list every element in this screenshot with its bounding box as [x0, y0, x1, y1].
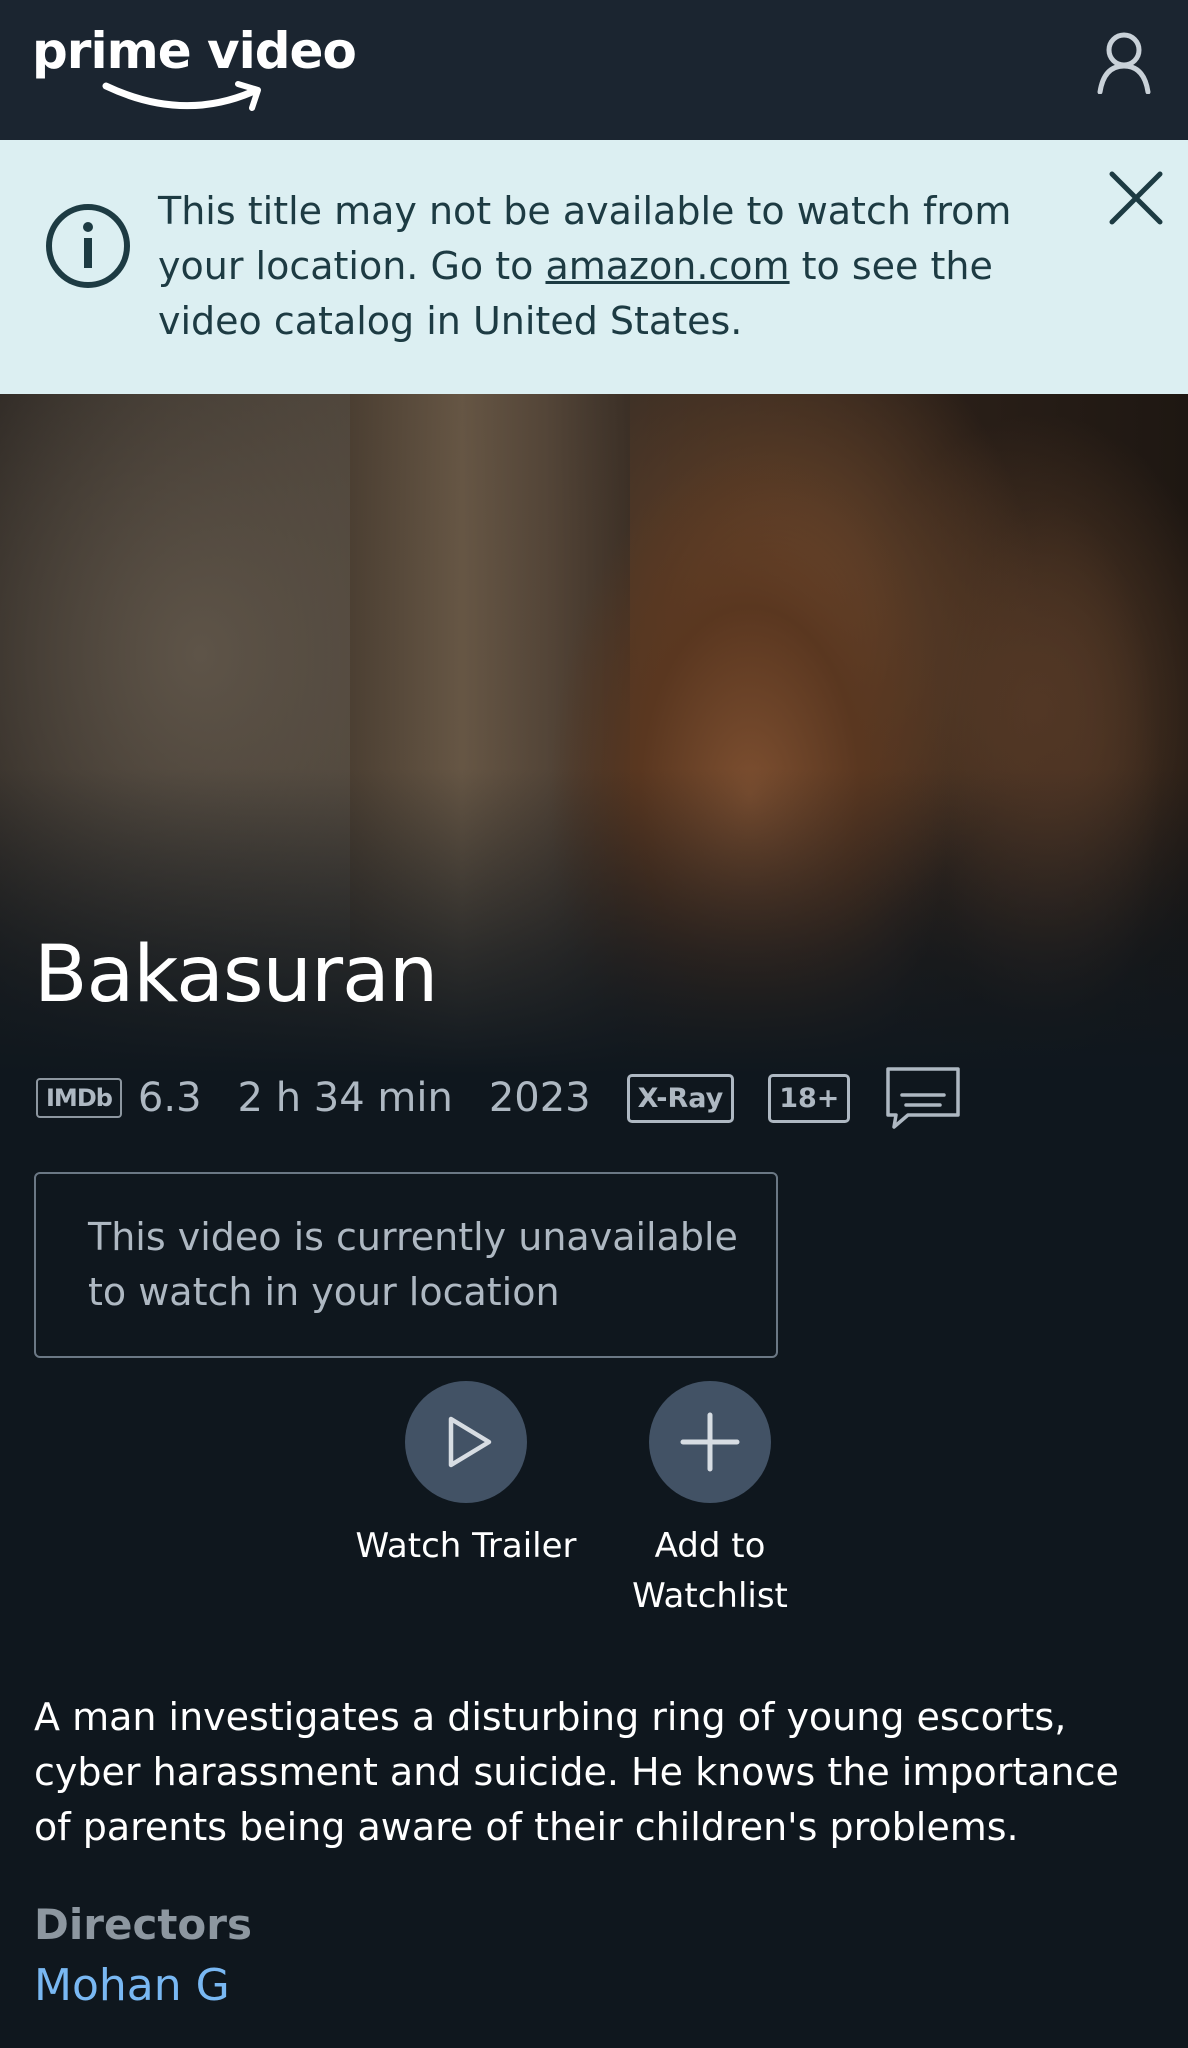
add-to-watchlist-label: Add to Watchlist: [632, 1526, 788, 1616]
amazon-link[interactable]: amazon.com: [545, 244, 789, 288]
play-icon: [448, 1416, 492, 1468]
unavailable-message-box: This video is currently unavailable to w…: [34, 1172, 778, 1358]
imdb-rating: 6.3: [137, 1075, 202, 1121]
imdb-badge: IMDb: [36, 1078, 122, 1118]
watch-trailer-button[interactable]: Watch Trailer: [346, 1381, 586, 1571]
location-notice-banner: This title may not be available to watch…: [0, 140, 1188, 394]
duration: 2 h 34 min: [237, 1075, 453, 1121]
release-year: 2023: [488, 1075, 591, 1121]
watch-trailer-circle[interactable]: [405, 1381, 527, 1503]
notice-message: This title may not be available to watch…: [158, 184, 1058, 349]
directors-label: Directors: [34, 1900, 252, 1949]
watch-trailer-label: Watch Trailer: [355, 1526, 577, 1566]
synopsis: A man investigates a disturbing ring of …: [34, 1695, 1119, 1849]
xray-badge: X-Ray: [626, 1073, 735, 1123]
user-icon[interactable]: [1096, 30, 1152, 94]
prime-video-logo[interactable]: prime video: [32, 20, 357, 120]
plus-icon: [680, 1412, 740, 1472]
unavailable-message: This video is currently unavailable to w…: [88, 1215, 738, 1314]
info-icon: [46, 204, 130, 288]
add-to-watchlist-circle[interactable]: [649, 1381, 771, 1503]
close-icon[interactable]: [1106, 168, 1166, 228]
add-to-watchlist-button[interactable]: Add to Watchlist: [610, 1381, 810, 1621]
logo-smile-icon: [102, 81, 261, 111]
top-bar: prime video: [0, 0, 1188, 140]
subtitles-icon: [886, 1067, 961, 1129]
movie-title: Bakasuran: [34, 930, 438, 1020]
meta-row: IMDb 6.3 2 h 34 min 2023 X-Ray 18+: [36, 1067, 1156, 1129]
age-rating-badge: 18+: [768, 1073, 851, 1123]
logo-text: prime video: [32, 22, 357, 80]
director-link[interactable]: Mohan G: [34, 1960, 230, 2011]
